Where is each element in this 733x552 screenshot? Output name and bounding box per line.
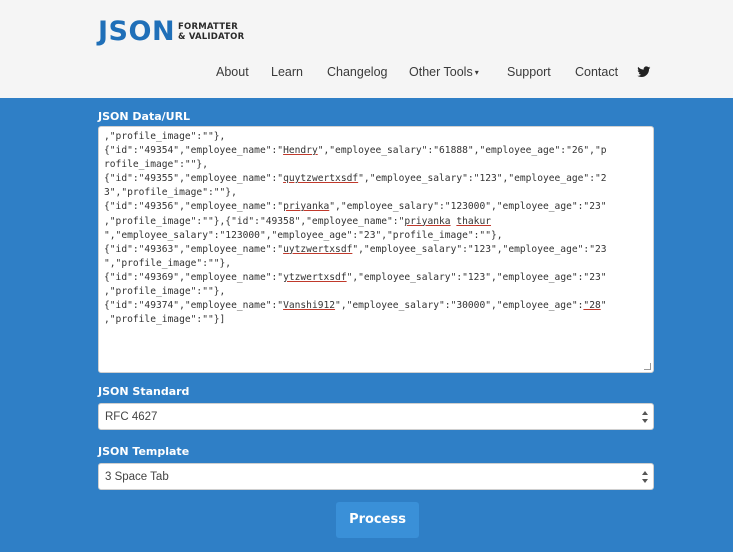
code-text: ","employee_salary":"123","employee_age"… [346, 271, 607, 283]
code-line: ","profile_image":""}, [104, 257, 649, 271]
code-text: ","employee_salary":"30000","employee_ag… [335, 300, 584, 312]
code-text: {"id":"49355","employee_name":" [104, 173, 284, 185]
nav-other-tools[interactable]: Other Tools ▾ [409, 62, 479, 83]
logo-sub-line2: & VALIDATOR [178, 32, 245, 42]
logo-json-text: JSON [98, 16, 176, 47]
json-template-value: 3 Space Tab [105, 471, 169, 483]
code-line: ,"profile_image":""}, [104, 285, 649, 299]
code-text: {"id":"49354","employee_name":" [104, 145, 284, 157]
select-arrows-icon [642, 471, 648, 483]
code-text: " [600, 300, 607, 312]
json-data-textarea[interactable]: ,"profile_image":""}, {"id":"49354","empl… [98, 126, 654, 373]
code-text: {"id":"49374","employee_name":" [104, 300, 284, 312]
twitter-bird-icon[interactable] [637, 65, 651, 79]
code-text: ","employee_salary":"61888","employee_ag… [317, 145, 607, 157]
code-line: {"id":"49355","employee_name":"quytzwert… [104, 172, 649, 186]
misspelled-word: ytzwertxsdf [283, 271, 347, 283]
code-text: ,"profile_image":""}, [104, 131, 226, 142]
nav-learn[interactable]: Learn [271, 62, 303, 82]
chevron-down-icon: ▾ [474, 68, 479, 77]
code-line: {"id":"49363","employee_name":"uytzwertx… [104, 243, 649, 257]
misspelled-word: quytzwertxsdf [283, 173, 359, 185]
json-standard-label: JSON Standard [98, 385, 190, 398]
site-header: JSON FORMATTER & VALIDATOR About Learn C… [0, 0, 733, 98]
json-standard-select[interactable]: RFC 4627 [98, 403, 654, 430]
misspelled-word: priyanka [283, 201, 330, 213]
json-data-label: JSON Data/URL [98, 110, 191, 123]
misspelled-word: Hendry [283, 145, 318, 157]
code-line: {"id":"49356","employee_name":"priyanka"… [104, 200, 649, 214]
code-line: {"id":"49374","employee_name":"Vanshi912… [104, 299, 649, 313]
code-text: ","employee_salary":"123","employee_age"… [358, 173, 607, 185]
misspelled-word: priyanka [404, 215, 451, 227]
nav-support[interactable]: Support [507, 62, 551, 82]
json-template-label: JSON Template [98, 445, 190, 458]
code-text: ,"profile_image":""}] [104, 314, 226, 326]
json-standard-value: RFC 4627 [105, 411, 158, 423]
main-nav: About Learn Changelog Other Tools ▾ Suppo… [0, 62, 733, 82]
nav-changelog[interactable]: Changelog [327, 62, 387, 82]
code-line: {"id":"49354","employee_name":"Hendry","… [104, 144, 649, 158]
code-line: ","employee_salary":"123000","employee_a… [104, 229, 649, 243]
json-code-content: ,"profile_image":""}, {"id":"49354","empl… [104, 130, 649, 327]
code-text: ","employee_salary":"123000","employee_a… [329, 201, 607, 213]
logo-sub-line1: FORMATTER [178, 22, 238, 32]
code-line: {"id":"49369","employee_name":"ytzwertxs… [104, 271, 649, 285]
misspelled-word: thakur [456, 215, 492, 227]
misspelled-word: "28 [583, 300, 601, 312]
nav-other-tools-label: Other Tools [409, 65, 473, 79]
code-text: 3","profile_image":""}, [104, 187, 237, 199]
code-line: ,"profile_image":""}] [104, 313, 649, 327]
logo-subtitle: FORMATTER & VALIDATOR [178, 22, 244, 42]
code-text: ","profile_image":""}, [104, 257, 232, 269]
misspelled-word: uytzwertxsdf [283, 243, 353, 255]
json-template-select[interactable]: 3 Space Tab [98, 463, 654, 490]
nav-contact[interactable]: Contact [575, 62, 618, 82]
code-text: ,"profile_image":""}, [104, 286, 226, 298]
select-arrows-icon [642, 411, 648, 423]
code-text: ","employee_salary":"123000","employee_a… [104, 229, 503, 241]
code-text: ","employee_salary":"123","employee_age"… [352, 243, 607, 255]
code-text: {"id":"49369","employee_name":" [104, 271, 284, 283]
code-line: ,"profile_image":""},{"id":"49358","empl… [104, 215, 649, 229]
code-text: {"id":"49363","employee_name":" [104, 243, 284, 255]
code-text: {"id":"49356","employee_name":" [104, 201, 284, 213]
code-line: ,"profile_image":""}, [104, 130, 649, 144]
code-line: rofile_image":""}, [104, 158, 649, 172]
process-button[interactable]: Process [336, 502, 419, 538]
resize-handle-icon[interactable] [644, 363, 651, 370]
site-logo[interactable]: JSON FORMATTER & VALIDATOR [98, 17, 244, 47]
code-line: 3","profile_image":""}, [104, 186, 649, 200]
nav-about[interactable]: About [216, 62, 249, 82]
misspelled-word: Vanshi912 [283, 300, 336, 312]
code-text: ,"profile_image":""},{"id":"49358","empl… [104, 215, 405, 227]
code-text: rofile_image":""}, [104, 159, 208, 171]
